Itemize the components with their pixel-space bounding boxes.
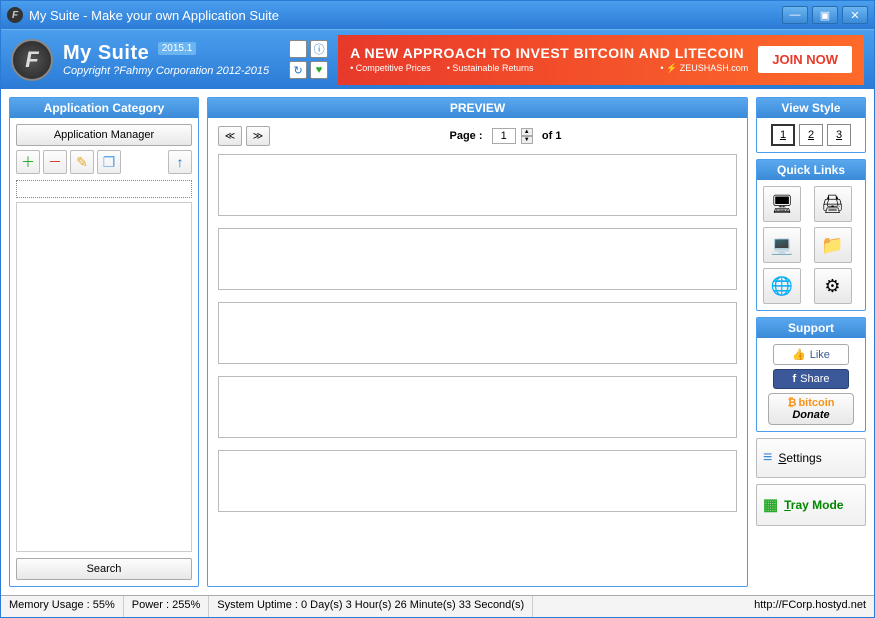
category-panel: Application Category Application Manager… <box>9 97 199 587</box>
preview-panel: PREVIEW ≪ ≫ Page : 1 ▲ ▼ of <box>207 97 748 587</box>
app-icon: F <box>7 7 23 23</box>
thumbs-up-icon: 👍 <box>792 348 806 361</box>
home-icon[interactable]: ⌂ <box>289 40 307 58</box>
version-badge: 2015.1 <box>158 42 197 55</box>
add-button[interactable]: ＋ <box>16 150 40 174</box>
preview-slot-1[interactable] <box>218 154 737 216</box>
preview-slot-2[interactable] <box>218 228 737 290</box>
category-title: Application Category <box>10 98 198 118</box>
status-url: http://FCorp.hostyd.net <box>533 596 874 617</box>
window-title: My Suite - Make your own Application Sui… <box>29 8 782 23</box>
quicklink-globe-icon[interactable]: 🌐 <box>763 268 801 304</box>
view-style-panel: View Style 1 2 3 <box>756 97 866 153</box>
body: Application Category Application Manager… <box>1 89 874 595</box>
preview-slot-5[interactable] <box>218 450 737 512</box>
titlebar: F My Suite - Make your own Application S… <box>1 1 874 29</box>
view-style-title: View Style <box>757 98 865 118</box>
like-button[interactable]: 👍Like <box>773 344 849 365</box>
remove-button[interactable]: － <box>43 150 67 174</box>
quick-links-title: Quick Links <box>757 160 865 180</box>
settings-button[interactable]: ≡ Settings <box>756 438 866 478</box>
preview-title: PREVIEW <box>208 98 747 118</box>
copyright: Copyright ?Fahmy Corporation 2012-2015 <box>63 65 269 77</box>
preview-slot-4[interactable] <box>218 376 737 438</box>
page-up-button[interactable]: ▲ <box>521 128 533 136</box>
edit-button[interactable]: ✎ <box>70 150 94 174</box>
share-button[interactable]: fShare <box>773 369 849 389</box>
support-title: Support <box>757 318 865 338</box>
minimize-button[interactable]: — <box>782 6 808 24</box>
heart-icon[interactable]: ♥ <box>310 61 328 79</box>
bitcoin-donate-button[interactable]: bitcoin Donate <box>768 393 854 425</box>
logo-icon: F <box>11 39 53 81</box>
view-style-2[interactable]: 2 <box>799 124 823 146</box>
ad-cta-button[interactable]: JOIN NOW <box>758 46 852 73</box>
view-style-3[interactable]: 3 <box>827 124 851 146</box>
tray-icon: ▦ <box>763 495 778 515</box>
quick-links-panel: Quick Links 🖥 🖨 💻 📁 🌐 ⚙ <box>756 159 866 311</box>
of-label: of <box>542 130 552 142</box>
ad-brand: ⚡ ZEUSHASH.com <box>660 63 748 74</box>
right-sidebar: View Style 1 2 3 Quick Links 🖥 🖨 💻 📁 🌐 ⚙ <box>756 97 866 587</box>
status-uptime: System Uptime : 0 Day(s) 3 Hour(s) 26 Mi… <box>209 596 533 617</box>
status-memory: Memory Usage : 55% <box>1 596 124 617</box>
ad-bullet1: Competitive Prices <box>350 63 431 74</box>
close-button[interactable]: ✕ <box>842 6 868 24</box>
maximize-button[interactable]: ▣ <box>812 6 838 24</box>
search-button[interactable]: Search <box>16 558 192 580</box>
category-list[interactable] <box>16 202 192 552</box>
info-icon[interactable]: ⓘ <box>310 40 328 58</box>
page-number-input[interactable]: 1 <box>492 128 516 144</box>
up-button[interactable]: ↑ <box>168 150 192 174</box>
statusbar: Memory Usage : 55% Power : 255% System U… <box>1 595 874 617</box>
support-panel: Support 👍Like fShare bitcoin Donate <box>756 317 866 432</box>
app-name: My Suite <box>63 42 149 64</box>
quicklink-gear-icon[interactable]: ⚙ <box>814 268 852 304</box>
view-style-1[interactable]: 1 <box>771 124 795 146</box>
ad-banner[interactable]: A NEW APPROACH TO INVEST BITCOIN AND LIT… <box>338 35 864 85</box>
header: F My Suite 2015.1 Copyright ?Fahmy Corpo… <box>1 29 874 89</box>
quicklink-printer-icon[interactable]: 🖨 <box>814 186 852 222</box>
category-filter-input[interactable] <box>16 180 192 198</box>
toolbar-spacer <box>124 150 165 174</box>
ad-bullet2: Sustainable Returns <box>447 63 534 74</box>
status-power: Power : 255% <box>124 596 209 617</box>
page-down-button[interactable]: ▼ <box>521 136 533 144</box>
preview-slot-3[interactable] <box>218 302 737 364</box>
settings-icon: ≡ <box>763 449 772 467</box>
tray-mode-button[interactable]: ▦ Tray Mode <box>756 484 866 526</box>
quicklink-monitor-icon[interactable]: 🖥 <box>763 186 801 222</box>
quicklink-folder-icon[interactable]: 📁 <box>814 227 852 263</box>
next-page-button[interactable]: ≫ <box>246 126 270 146</box>
copy-button[interactable]: ❐ <box>97 150 121 174</box>
page-label: Page : <box>450 130 483 142</box>
app-window: F My Suite - Make your own Application S… <box>0 0 875 618</box>
quicklink-desktop-icon[interactable]: 💻 <box>763 227 801 263</box>
application-manager-button[interactable]: Application Manager <box>16 124 192 146</box>
total-pages: 1 <box>555 130 561 142</box>
refresh-icon[interactable]: ↻ <box>289 61 307 79</box>
ad-title: A NEW APPROACH TO INVEST BITCOIN AND LIT… <box>350 45 748 61</box>
prev-page-button[interactable]: ≪ <box>218 126 242 146</box>
facebook-icon: f <box>792 373 796 385</box>
